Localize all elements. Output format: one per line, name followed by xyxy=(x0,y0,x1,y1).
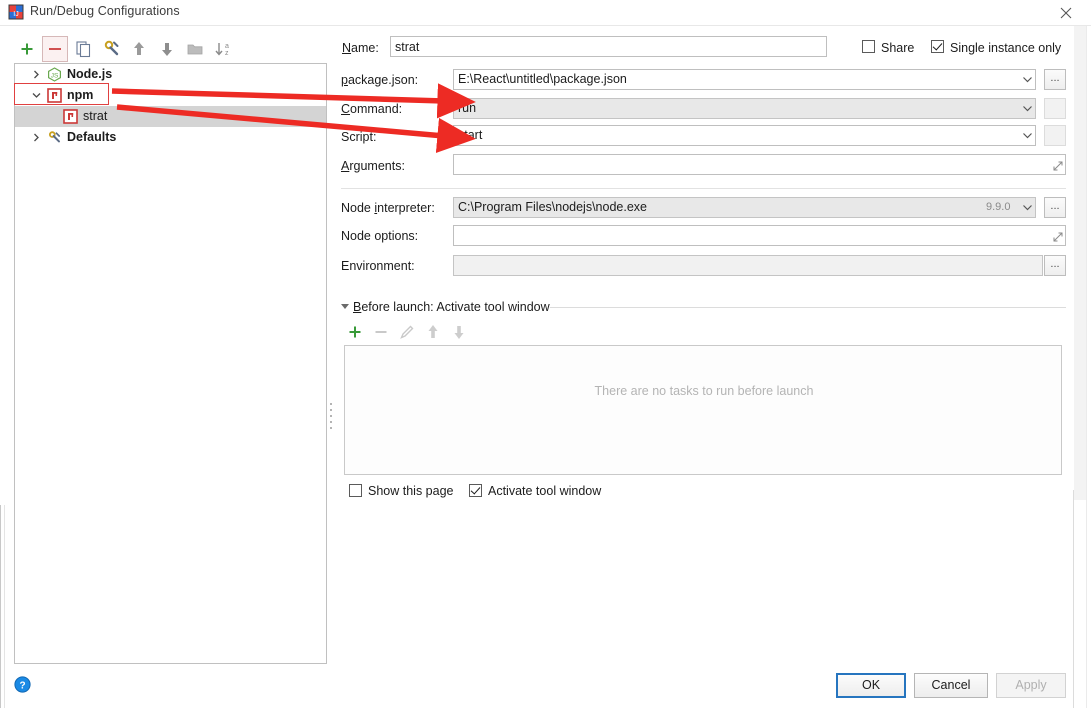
environment-input[interactable] xyxy=(453,255,1043,276)
chevron-right-icon[interactable] xyxy=(31,69,42,80)
command-dropdown-icon[interactable] xyxy=(1022,103,1033,114)
script-label: Script: xyxy=(341,130,377,144)
environment-browse-button[interactable]: ... xyxy=(1044,255,1066,276)
activate-tool-window-checkbox[interactable] xyxy=(469,484,482,497)
run-debug-configurations-dialog: IJ Run/Debug Configurations a z JS Node.… xyxy=(0,0,1091,708)
window-edge-right xyxy=(1073,490,1074,708)
share-label: Share xyxy=(881,41,915,55)
activate-tool-window-label: Activate tool window xyxy=(488,484,602,498)
svg-text:JS: JS xyxy=(51,73,59,80)
svg-text:a: a xyxy=(225,43,229,50)
npm-icon xyxy=(63,109,78,124)
environment-label: Environment: xyxy=(341,259,415,273)
single-instance-checkbox[interactable] xyxy=(931,40,944,53)
nodejs-icon: JS xyxy=(47,67,62,82)
arguments-label: Arguments: xyxy=(341,159,405,173)
window-edge-right-2 xyxy=(1086,0,1087,708)
wrench-icon xyxy=(47,130,62,145)
move-down-button[interactable] xyxy=(154,36,180,62)
script-browse-button xyxy=(1044,125,1066,146)
sort-configurations-button[interactable]: a z xyxy=(210,36,236,62)
tree-item-npm[interactable]: npm xyxy=(15,85,326,106)
close-icon[interactable] xyxy=(1049,3,1083,23)
window-edge-left-2 xyxy=(4,505,5,708)
window-edge-left xyxy=(0,505,1,708)
titlebar: IJ Run/Debug Configurations xyxy=(0,0,1091,25)
package-json-browse-button[interactable]: ... xyxy=(1044,69,1066,90)
name-label: Name: xyxy=(342,41,379,55)
tree-item-nodejs[interactable]: JS Node.js xyxy=(15,64,326,85)
configurations-tree[interactable]: JS Node.js npm strat Defaults xyxy=(14,63,327,664)
edit-templates-button[interactable] xyxy=(98,36,124,62)
arguments-input[interactable] xyxy=(453,154,1066,175)
npm-icon xyxy=(47,88,62,103)
configurations-toolbar: a z xyxy=(14,36,264,62)
before-launch-title: Before launch: Activate tool window xyxy=(353,300,550,314)
before-launch-task-list[interactable]: There are no tasks to run before launch xyxy=(344,345,1062,475)
script-input[interactable]: start xyxy=(453,125,1036,146)
expand-arguments-icon[interactable] xyxy=(1053,160,1063,171)
copy-configuration-button[interactable] xyxy=(70,36,96,62)
expand-node-options-icon[interactable] xyxy=(1053,231,1063,242)
package-json-label: package.json: xyxy=(341,73,419,87)
node-interpreter-label: Node interpreter: xyxy=(341,201,435,215)
tree-item-label: npm xyxy=(67,88,94,102)
chevron-down-icon[interactable] xyxy=(31,90,42,101)
svg-text:?: ? xyxy=(19,680,25,691)
tree-item-label: Defaults xyxy=(67,130,117,144)
command-label: Command: xyxy=(341,102,403,116)
titlebar-separator xyxy=(0,25,1091,26)
move-up-button[interactable] xyxy=(126,36,152,62)
node-interpreter-input[interactable]: C:\Program Files\nodejs\node.exe xyxy=(453,197,1036,218)
svg-text:z: z xyxy=(225,50,229,57)
apply-button: Apply xyxy=(996,673,1066,698)
tree-item-label: Node.js xyxy=(67,67,113,81)
help-icon[interactable]: ? xyxy=(14,676,31,693)
form-divider xyxy=(341,188,1066,189)
tree-item-label: strat xyxy=(83,109,108,123)
package-json-input[interactable]: E:\React\untitled\package.json xyxy=(453,69,1036,90)
before-launch-toolbar xyxy=(344,321,484,343)
edit-task-button xyxy=(396,321,422,343)
add-task-button[interactable] xyxy=(344,321,370,343)
cancel-button[interactable]: Cancel xyxy=(914,673,988,698)
before-launch-collapse-icon[interactable] xyxy=(341,304,349,309)
add-configuration-button[interactable] xyxy=(14,36,40,62)
intellij-idea-icon: IJ xyxy=(8,4,24,20)
share-checkbox[interactable] xyxy=(862,40,875,53)
window-shadow-right xyxy=(1074,0,1086,500)
svg-text:IJ: IJ xyxy=(13,11,18,18)
chevron-right-icon[interactable] xyxy=(31,132,42,143)
tree-item-defaults[interactable]: Defaults xyxy=(15,127,326,148)
node-options-input[interactable] xyxy=(453,225,1066,246)
task-move-up-button xyxy=(422,321,448,343)
remove-task-button xyxy=(370,321,396,343)
single-instance-label: Single instance only xyxy=(950,41,1062,55)
node-interpreter-browse-button[interactable]: ... xyxy=(1044,197,1066,218)
show-this-page-label: Show this page xyxy=(368,484,454,498)
new-folder-button[interactable] xyxy=(182,36,208,62)
package-json-dropdown-icon[interactable] xyxy=(1022,74,1033,85)
before-launch-divider xyxy=(550,307,1066,308)
script-dropdown-icon[interactable] xyxy=(1022,130,1033,141)
name-input[interactable] xyxy=(390,36,827,57)
show-this-page-checkbox[interactable] xyxy=(349,484,362,497)
tree-item-strat[interactable]: strat xyxy=(15,106,326,127)
node-options-label: Node options: xyxy=(341,229,419,243)
node-interpreter-dropdown-icon[interactable] xyxy=(1022,202,1033,213)
ok-button[interactable]: OK xyxy=(836,673,906,698)
command-input[interactable]: run xyxy=(453,98,1036,119)
before-launch-title-text: efore launch: Activate tool window xyxy=(361,300,550,314)
node-version-label: 9.9.0 xyxy=(986,201,1011,213)
command-browse-button xyxy=(1044,98,1066,119)
before-launch-empty-text: There are no tasks to run before launch xyxy=(594,384,814,398)
panel-splitter[interactable] xyxy=(329,63,333,664)
remove-configuration-button[interactable] xyxy=(42,36,68,62)
task-move-down-button xyxy=(448,321,474,343)
window-title: Run/Debug Configurations xyxy=(30,4,180,18)
